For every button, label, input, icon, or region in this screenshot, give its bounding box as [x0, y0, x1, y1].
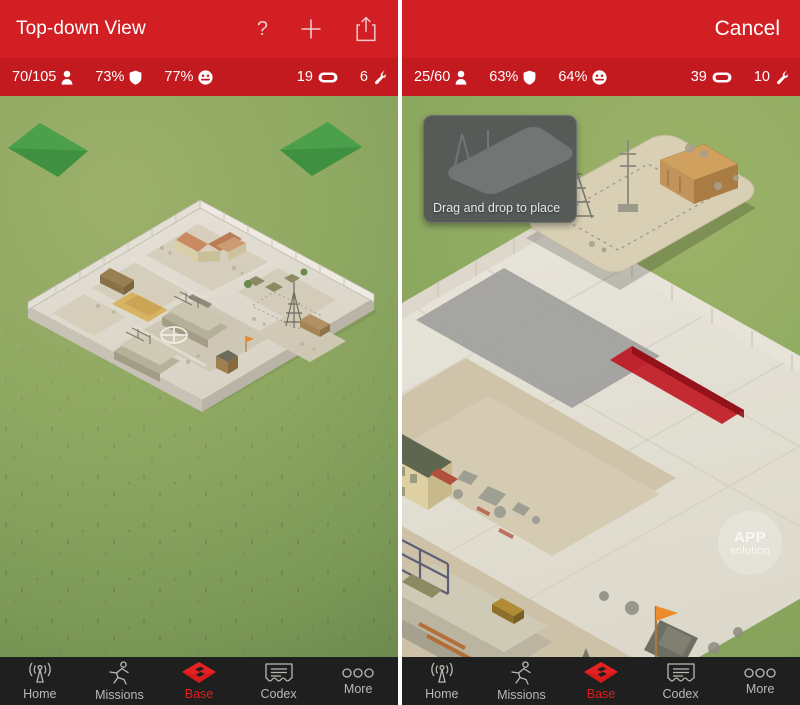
runner-icon [508, 660, 534, 686]
page-title: Top-down View [16, 18, 146, 39]
stat-ammo-value: 19 [296, 69, 313, 85]
radio-broadcast-icon [26, 661, 54, 685]
statsbar-left: 70/105 73% 77% 19 6 [0, 58, 398, 96]
stat-ammo-value: 39 [690, 69, 707, 85]
navbar-left: Top-down View ? [0, 0, 398, 58]
stat-ammo: 39 [691, 69, 732, 85]
tab-codex-label: Codex [662, 686, 699, 701]
world-placement[interactable]: Drag and drop to place APP solution [402, 96, 800, 657]
app-solution-watermark: APP solution [718, 511, 782, 575]
stat-morale-value: 64% [558, 69, 588, 85]
ellipsis-icon [341, 666, 375, 680]
base-diamond-icon [181, 661, 217, 685]
stat-population-value: 25/60 [414, 69, 451, 85]
base-overview-isometric[interactable] [2, 116, 396, 516]
tabbar-right[interactable]: Home Missions Base Codex More [402, 657, 800, 705]
stat-tools-value: 10 [753, 69, 770, 85]
tab-base-label: Base [586, 687, 616, 701]
tabbar-left[interactable]: Home Missions Base Codex More [0, 657, 398, 705]
tab-home[interactable]: Home [0, 657, 80, 705]
stat-tools: 10 [754, 69, 788, 85]
watermark-line-2: solution [730, 544, 770, 557]
smiley-icon [592, 69, 607, 85]
dual-screenshot-stage: Top-down View ? 70/105 73% 77% 19 6 Home… [0, 0, 800, 705]
tab-more[interactable]: More [720, 657, 800, 705]
person-icon [61, 70, 73, 85]
tab-codex[interactable]: Codex [641, 657, 721, 705]
tab-codex-label: Codex [260, 686, 297, 701]
stat-population: 70/105 [12, 69, 73, 85]
tab-missions-label: Missions [95, 687, 144, 702]
stat-defense-value: 63% [489, 69, 519, 85]
watermark-line-1: APP [733, 528, 767, 546]
shield-icon [129, 70, 142, 85]
tab-base-label: Base [184, 687, 214, 701]
tab-base[interactable]: Base [159, 657, 239, 705]
stat-ammo: 19 [297, 69, 338, 85]
help-icon[interactable]: ? [257, 19, 268, 39]
tab-home-label: Home [425, 687, 459, 701]
shield-icon [523, 70, 536, 85]
codex-book-icon [264, 662, 294, 685]
world-top-down[interactable] [0, 96, 398, 657]
smiley-icon [198, 69, 214, 85]
stat-population-value: 70/105 [12, 69, 57, 85]
drag-ghost-preview [424, 120, 576, 198]
stat-morale: 64% [558, 69, 607, 85]
base-diamond-icon [583, 661, 619, 685]
wrench-icon [775, 69, 788, 85]
ammo-icon [318, 71, 338, 84]
radio-broadcast-icon [428, 661, 456, 685]
tab-codex[interactable]: Codex [239, 657, 319, 705]
ellipsis-icon [743, 666, 777, 680]
tab-base[interactable]: Base [561, 657, 641, 705]
panel-top-down-view: Top-down View ? 70/105 73% 77% 19 6 Home… [0, 0, 398, 705]
stat-tools: 6 [360, 69, 386, 85]
person-icon [455, 70, 467, 85]
navbar-actions: ? [257, 15, 390, 43]
tab-more[interactable]: More [318, 657, 398, 705]
stat-population: 25/60 [414, 69, 467, 85]
stat-defense-value: 73% [95, 69, 125, 85]
drag-and-drop-tooltip: Drag and drop to place [423, 115, 577, 223]
stat-morale-value: 77% [164, 69, 194, 85]
panel-placement-view: Cancel 25/60 63% 64% 39 10 Drag and drop… [402, 0, 800, 705]
tab-home-label: Home [23, 687, 57, 701]
drag-tooltip-caption: Drag and drop to place [433, 201, 561, 215]
stat-defense: 73% [95, 69, 142, 85]
tab-missions-label: Missions [497, 687, 546, 702]
navbar-right: Cancel [402, 0, 800, 58]
share-icon[interactable] [354, 15, 378, 43]
tab-missions[interactable]: Missions [482, 657, 562, 705]
tab-home[interactable]: Home [402, 657, 482, 705]
stat-defense: 63% [489, 69, 536, 85]
stat-morale: 77% [164, 69, 214, 85]
ammo-icon [712, 71, 732, 84]
wrench-icon [373, 69, 386, 85]
codex-book-icon [666, 662, 696, 685]
stat-tools-value: 6 [359, 69, 368, 85]
tab-more-label: More [745, 682, 775, 696]
add-icon[interactable] [298, 16, 324, 42]
runner-icon [106, 660, 132, 686]
statsbar-right: 25/60 63% 64% 39 10 [402, 58, 800, 96]
cancel-button[interactable]: Cancel [715, 17, 792, 41]
tab-missions[interactable]: Missions [80, 657, 160, 705]
tab-more-label: More [343, 682, 373, 696]
